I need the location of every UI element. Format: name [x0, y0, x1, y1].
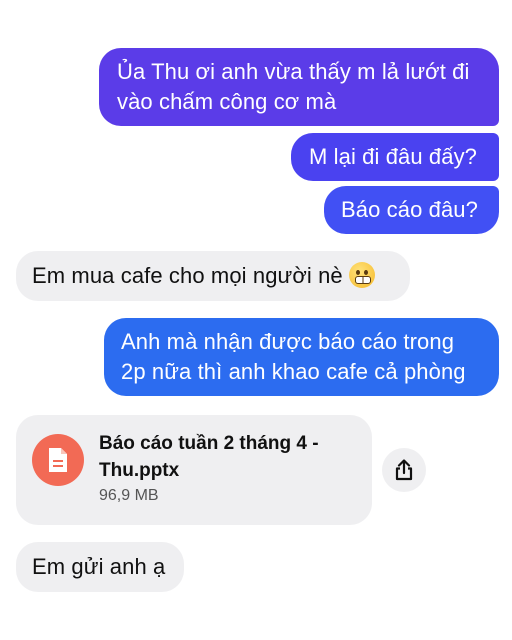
share-button[interactable]	[382, 448, 426, 492]
file-size: 96,9 MB	[99, 487, 159, 504]
message-text: Em mua cafe cho mọi người nè	[32, 263, 343, 288]
grimacing-face-icon	[348, 262, 375, 288]
file-name: Báo cáo tuần 2 tháng 4 - Thu.pptx	[99, 433, 319, 481]
document-icon	[32, 434, 84, 486]
file-attachment[interactable]: Báo cáo tuần 2 tháng 4 - Thu.pptx 96,9 M…	[16, 415, 372, 525]
share-icon	[395, 459, 413, 481]
message-text: Em gửi anh ạ	[32, 554, 166, 579]
message-text: Anh mà nhận được báo cáo trong 2p nữa th…	[121, 329, 466, 384]
outgoing-message[interactable]: Anh mà nhận được báo cáo trong 2p nữa th…	[104, 318, 499, 396]
incoming-message[interactable]: Em mua cafe cho mọi người nè	[16, 251, 410, 301]
message-text: Báo cáo đâu?	[341, 197, 478, 222]
outgoing-message[interactable]: M lại đi đâu đấy?	[291, 133, 499, 181]
message-text: Ủa Thu ơi anh vừa thấy m lả lướt đi vào …	[117, 59, 470, 114]
outgoing-message[interactable]: Báo cáo đâu?	[324, 186, 499, 234]
message-text: M lại đi đâu đấy?	[309, 144, 478, 169]
incoming-message[interactable]: Em gửi anh ạ	[16, 542, 184, 592]
outgoing-message[interactable]: Ủa Thu ơi anh vừa thấy m lả lướt đi vào …	[99, 48, 499, 126]
